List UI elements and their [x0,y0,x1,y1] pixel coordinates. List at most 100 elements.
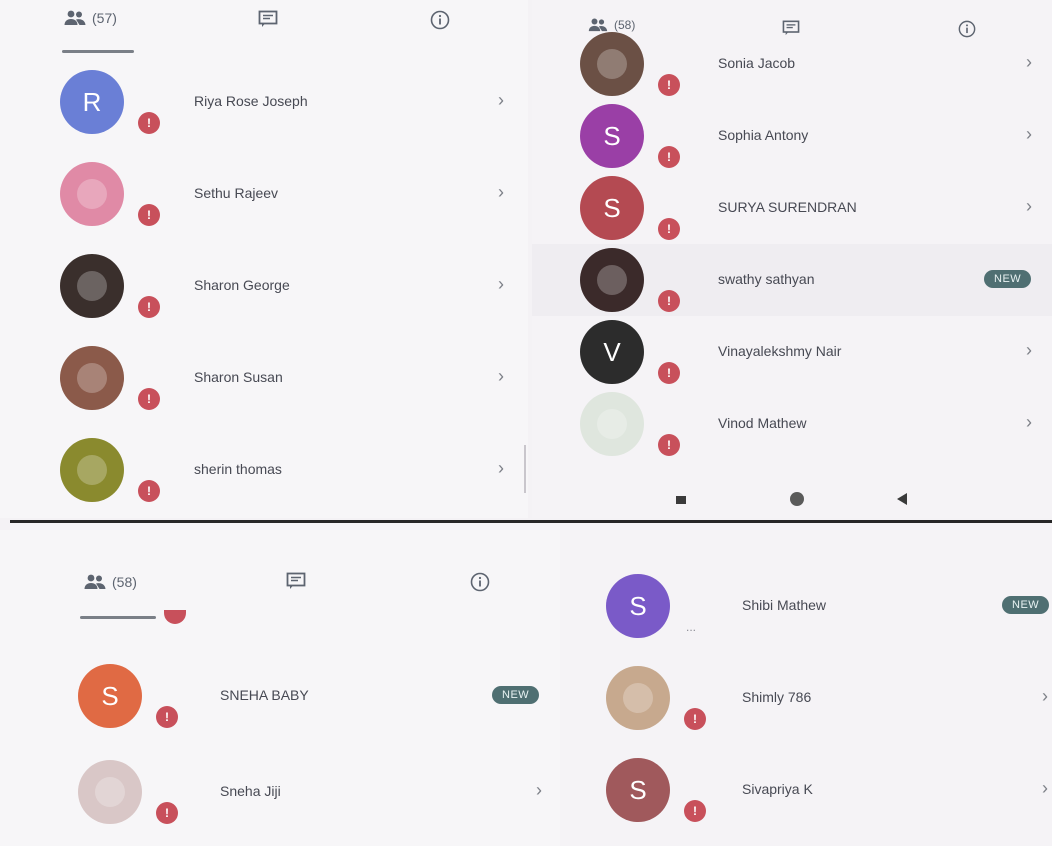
tab-info[interactable] [430,10,450,30]
avatar [60,346,124,410]
participant-name: Sharon George [194,277,290,293]
chevron-right-icon[interactable]: › [498,366,504,387]
tab-info[interactable] [470,572,490,592]
avatar [60,162,124,226]
tab-chat[interactable] [286,572,306,590]
active-tab-indicator [62,50,134,53]
participant-row[interactable]: S! Sivapriya K › [560,744,1052,836]
back-button[interactable] [896,492,908,511]
chevron-right-icon[interactable]: › [498,458,504,479]
avatar-initial: S [603,192,621,223]
avatar [78,760,142,824]
participant-name: Sonia Jacob [718,55,796,71]
recent-apps-button[interactable] [676,496,686,504]
avatar [60,438,124,502]
microphone-off-icon: ! [138,204,160,226]
participant-row[interactable]: S! Sophia Antony › [532,100,1052,172]
tab-bar: (57) [0,0,528,53]
microphone-off-icon: ! [658,434,680,456]
participant-name: SNEHA BABY [220,687,309,703]
tab-participants[interactable]: (57) [64,10,117,26]
participant-row[interactable]: R! Riya Rose Joseph › [0,56,528,148]
participant-name: Sneha Jiji [220,783,281,799]
participant-name: Sivapriya K [742,781,813,797]
microphone-off-icon: ! [658,218,680,240]
chevron-right-icon[interactable]: › [1042,686,1048,707]
participant-count: (57) [92,10,117,26]
avatar-initial: S [629,774,647,805]
microphone-off-icon: ! [156,802,178,824]
screen-bottom-left: (58) S! SNEHA BABY NEW! Sneha Jiji › [0,530,560,846]
avatar [606,666,670,730]
chat-icon [258,10,278,28]
chevron-right-icon[interactable]: › [1026,196,1032,217]
profile-photo-icon [77,271,107,301]
avatar-initial: R [82,86,102,117]
participant-row[interactable]: S... Shibi Mathew NEW [560,560,1052,652]
new-badge: NEW [492,686,540,704]
tab-participants[interactable]: (58) [84,574,137,590]
participant-row[interactable]: S! SURYA SURENDRAN › [532,172,1052,244]
screen-top-right: (58) ! Sonia Jacob › S! Sophia Antony › S! SURY… [532,0,1052,518]
chevron-right-icon[interactable]: › [498,90,504,111]
avatar [580,248,644,312]
profile-photo-icon [623,683,653,713]
profile-photo-icon [597,265,627,295]
participant-row[interactable]: ! Sharon George › [0,240,528,332]
profile-photo-icon [77,363,107,393]
new-badge: NEW [984,270,1032,288]
microphone-off-icon: ! [684,800,706,822]
microphone-off-icon: ! [658,74,680,96]
participant-row[interactable]: ! Shimly 786 › [560,652,1052,744]
participant-row[interactable]: S! SNEHA BABY NEW [0,648,560,744]
participant-name: Shimly 786 [742,689,812,705]
divider [10,520,1052,523]
chat-icon [286,572,306,590]
participant-row[interactable]: ! Sonia Jacob › [532,28,1052,100]
chevron-right-icon[interactable]: › [498,182,504,203]
avatar-initial: S [629,590,647,621]
participant-name: swathy sathyan [718,271,815,287]
profile-photo-icon [95,777,125,807]
microphone-off-icon: ! [138,112,160,134]
avatar-initial: V [603,336,621,367]
avatar: S [580,176,644,240]
microphone-off-icon: ! [658,290,680,312]
participant-name: Vinod Mathew [718,415,807,431]
chevron-right-icon[interactable]: › [1026,124,1032,145]
chevron-right-icon[interactable]: › [1042,778,1048,799]
profile-photo-icon [597,49,627,79]
chevron-right-icon[interactable]: › [498,274,504,295]
participant-row[interactable]: V! Vinayalekshmy Nair › [532,316,1052,388]
android-nav-bar [532,480,1052,518]
microphone-off-icon: ! [138,296,160,318]
avatar: S [606,574,670,638]
chevron-right-icon[interactable]: › [1026,340,1032,361]
avatar: R [60,70,124,134]
participant-name: Sethu Rajeev [194,185,279,201]
participant-row[interactable]: ! Vinod Mathew › [532,388,1052,460]
people-icon [64,10,86,26]
participant-row[interactable]: ! Sethu Rajeev › [0,148,528,240]
chevron-right-icon[interactable]: › [536,780,542,801]
screen-top-left: (57) R! Riya Rose Joseph ›! Sethu Rajeev ›! S… [0,0,528,518]
participant-row[interactable]: ! Sharon Susan › [0,332,528,424]
tab-chat[interactable] [258,10,278,28]
participant-name: Shibi Mathew [742,597,827,613]
profile-photo-icon [77,455,107,485]
avatar [60,254,124,318]
profile-photo-icon [77,179,107,209]
avatar: V [580,320,644,384]
microphone-off-icon: ! [658,146,680,168]
profile-photo-icon [597,409,627,439]
chevron-right-icon[interactable]: › [1026,52,1032,73]
home-button[interactable] [790,492,804,506]
participant-name: SURYA SURENDRAN [718,199,857,215]
chevron-right-icon[interactable]: › [1026,412,1032,433]
participant-row[interactable]: ! sherin thomas › [0,424,528,516]
participant-row[interactable]: ! swathy sathyan NEW [532,244,1052,316]
participant-row[interactable]: ! Sneha Jiji › [0,744,560,840]
participant-name: Vinayalekshmy Nair [718,343,842,359]
tab-bar: (58) [0,530,560,624]
participant-name: Sharon Susan [194,369,283,385]
